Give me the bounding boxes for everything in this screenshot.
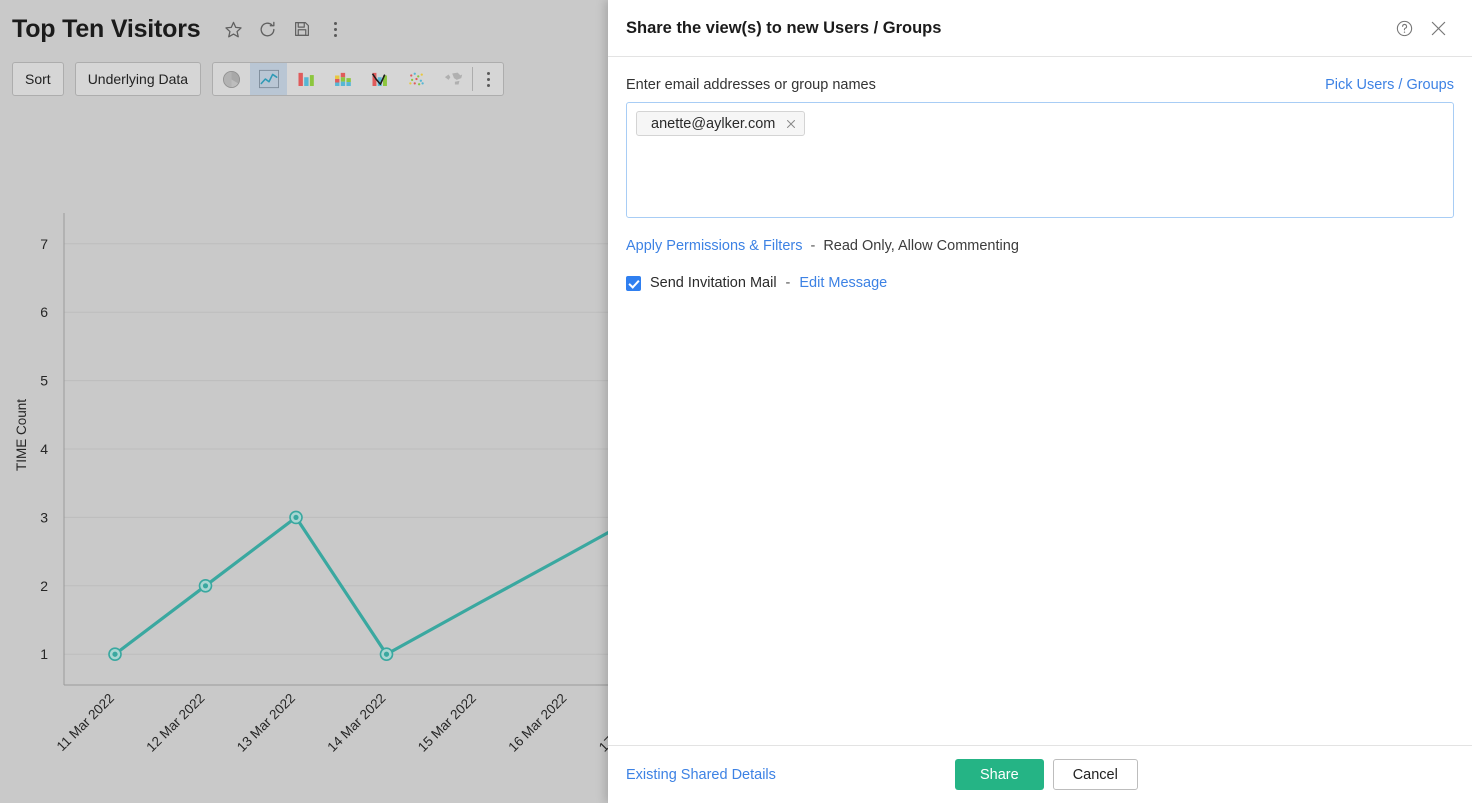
favorite-star-icon[interactable] bbox=[223, 18, 245, 40]
chart-toolbar: Sort Underlying Data bbox=[12, 62, 505, 96]
help-circle-icon[interactable] bbox=[1390, 14, 1418, 42]
svg-text:6: 6 bbox=[40, 304, 48, 320]
dialog-footer: Existing Shared Details Share Cancel bbox=[608, 745, 1472, 803]
svg-text:13 Mar 2022: 13 Mar 2022 bbox=[234, 691, 298, 755]
kebab-dots bbox=[334, 21, 337, 37]
y-axis-tick-labels: 1 2 3 4 5 6 7 bbox=[40, 236, 48, 662]
chart-more-options-icon[interactable] bbox=[473, 63, 503, 95]
dialog-header: Share the view(s) to new Users / Groups bbox=[608, 0, 1472, 57]
existing-shared-details-link[interactable]: Existing Shared Details bbox=[626, 767, 776, 783]
email-field-label-row: Enter email addresses or group names Pic… bbox=[626, 77, 1454, 93]
series-line bbox=[113, 515, 620, 656]
permissions-value: Read Only, Allow Commenting bbox=[823, 238, 1019, 254]
apply-permissions-filters-link[interactable]: Apply Permissions & Filters bbox=[626, 238, 802, 254]
footer-buttons: Share Cancel bbox=[955, 759, 1138, 790]
dialog-title: Share the view(s) to new Users / Groups bbox=[626, 18, 942, 37]
dialog-body: Enter email addresses or group names Pic… bbox=[608, 57, 1472, 745]
close-icon[interactable] bbox=[1424, 14, 1452, 42]
send-invitation-label: Send Invitation Mail bbox=[650, 275, 777, 291]
close-icon[interactable] bbox=[785, 118, 797, 130]
cancel-button[interactable]: Cancel bbox=[1052, 759, 1138, 790]
permissions-separator: - bbox=[810, 238, 816, 254]
permissions-row: Apply Permissions & Filters - Read Only,… bbox=[626, 238, 1454, 254]
svg-text:12 Mar 2022: 12 Mar 2022 bbox=[143, 691, 207, 755]
edit-message-link[interactable]: Edit Message bbox=[799, 275, 887, 291]
svg-text:11 Mar 2022: 11 Mar 2022 bbox=[54, 691, 118, 755]
save-icon[interactable] bbox=[291, 18, 313, 40]
email-input[interactable]: anette@aylker.com bbox=[626, 102, 1454, 218]
line-chart-icon[interactable] bbox=[250, 63, 288, 95]
share-dialog: Share the view(s) to new Users / Groups … bbox=[608, 0, 1472, 803]
scatter-chart-icon[interactable] bbox=[398, 63, 435, 95]
svg-text:15 Mar 2022: 15 Mar 2022 bbox=[415, 691, 479, 755]
invitation-separator: - bbox=[785, 275, 791, 291]
more-options-icon[interactable] bbox=[325, 18, 347, 40]
send-invitation-row: Send Invitation Mail - Edit Message bbox=[626, 275, 1454, 291]
email-chip-label: anette@aylker.com bbox=[651, 115, 776, 132]
sort-button[interactable]: Sort bbox=[12, 62, 64, 96]
page-title: Top Ten Visitors bbox=[12, 14, 201, 43]
map-chart-icon[interactable] bbox=[435, 63, 472, 95]
pie-chart-icon[interactable] bbox=[213, 63, 250, 95]
view-header-actions bbox=[223, 18, 347, 40]
svg-text:1: 1 bbox=[40, 646, 48, 662]
email-field-label: Enter email addresses or group names bbox=[626, 77, 876, 93]
combo-chart-icon[interactable] bbox=[361, 63, 398, 95]
svg-text:3: 3 bbox=[40, 509, 48, 525]
bar-chart-icon[interactable] bbox=[287, 63, 324, 95]
chart-canvas: 1 2 3 4 5 6 7 11 Mar 2022 12 Mar 2022 13 Mar 202… bbox=[14, 213, 620, 755]
line-chart: 1 2 3 4 5 6 7 11 Mar 2022 12 Mar 2022 13 Mar 202… bbox=[0, 105, 620, 803]
send-invitation-checkbox[interactable] bbox=[626, 275, 641, 291]
email-chip[interactable]: anette@aylker.com bbox=[636, 111, 806, 136]
kebab-dots bbox=[486, 71, 490, 87]
chart-gridlines bbox=[64, 243, 620, 655]
chart-type-selector bbox=[212, 62, 505, 96]
svg-text:16 Mar 2022: 16 Mar 2022 bbox=[505, 691, 569, 755]
svg-text:5: 5 bbox=[40, 373, 48, 389]
svg-text:7: 7 bbox=[40, 236, 48, 252]
stacked-bar-chart-icon[interactable] bbox=[324, 63, 361, 95]
share-button[interactable]: Share bbox=[955, 759, 1044, 790]
y-axis-title: TIME Count bbox=[14, 399, 29, 471]
underlying-data-button[interactable]: Underlying Data bbox=[74, 62, 202, 96]
svg-text:14 Mar 2022: 14 Mar 2022 bbox=[324, 691, 388, 755]
svg-text:4: 4 bbox=[40, 441, 48, 457]
pick-users-groups-link[interactable]: Pick Users / Groups bbox=[1325, 77, 1454, 93]
refresh-icon[interactable] bbox=[257, 18, 279, 40]
x-axis-tick-labels: 11 Mar 2022 12 Mar 2022 13 Mar 2022 14 Mar … bbox=[54, 691, 620, 755]
svg-text:2: 2 bbox=[40, 578, 48, 594]
